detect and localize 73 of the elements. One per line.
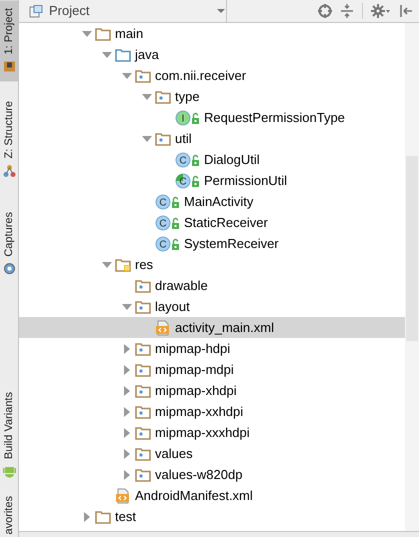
tool-window-tab[interactable]: avorites <box>0 492 18 537</box>
tree-item[interactable]: mipmap-mdpi <box>19 359 405 380</box>
folder-icon <box>3 60 16 74</box>
package-folder-icon <box>135 424 151 440</box>
tree-item[interactable]: res <box>19 254 405 275</box>
tree-item[interactable]: C StaticReceiver <box>19 212 405 233</box>
package-folder-icon <box>135 68 151 84</box>
folder-icon <box>115 46 131 62</box>
folder-icon <box>95 26 111 42</box>
tree-item[interactable]: java <box>19 44 405 65</box>
tool-window-tab[interactable]: 1: Project <box>0 0 18 82</box>
tree-item[interactable]: type <box>19 86 405 107</box>
tool-window-tab[interactable]: Captures <box>0 204 18 284</box>
collapsed-arrow-icon <box>123 386 131 396</box>
collapse-all-icon[interactable] <box>340 4 354 18</box>
tree-item[interactable]: mipmap-xxxhdpi <box>19 422 405 443</box>
tree-item[interactable]: C PermissionUtil <box>19 170 405 191</box>
expanded-arrow-icon <box>122 302 132 310</box>
package-folder-icon <box>135 466 151 482</box>
resource-folder-icon <box>115 256 131 272</box>
expanded-arrow-icon <box>102 50 112 58</box>
expanded-arrow-icon <box>142 134 152 142</box>
tool-window-tab[interactable]: Build Variants <box>0 384 18 486</box>
tree-item[interactable]: test <box>19 506 405 527</box>
collapsed-arrow-icon <box>123 470 131 480</box>
collapsed-arrow-icon <box>83 512 91 522</box>
tree-item[interactable]: main <box>19 23 405 44</box>
collapsed-arrow-icon <box>123 406 131 416</box>
hide-panel-icon[interactable] <box>399 4 413 18</box>
tree-item[interactable]: mipmap-xhdpi <box>19 380 405 401</box>
collapsed-arrow-icon <box>123 428 131 438</box>
collapsed-arrow-icon <box>123 448 131 458</box>
tree-item[interactable]: com.nii.receiver <box>19 65 405 86</box>
tree-item[interactable]: util <box>19 128 405 149</box>
package-folder-icon <box>155 130 171 146</box>
package-folder-icon <box>135 340 151 356</box>
tree-item[interactable]: C SystemReceiver <box>19 233 405 254</box>
package-folder-icon <box>135 446 151 462</box>
settings-icon[interactable] <box>371 4 391 18</box>
package-folder-icon <box>135 278 151 294</box>
tree-item[interactable]: C DialogUtil <box>19 149 405 170</box>
package-folder-icon <box>135 298 151 314</box>
structure-icon <box>3 164 16 178</box>
caret-icon <box>216 8 226 14</box>
expanded-arrow-icon <box>102 260 112 268</box>
expanded-arrow-icon <box>122 72 132 80</box>
expanded-arrow-icon <box>82 30 92 38</box>
camera-icon <box>3 262 16 276</box>
expanded-arrow-icon <box>142 92 152 100</box>
scrollbar[interactable] <box>405 23 419 531</box>
package-folder-icon <box>135 404 151 420</box>
tree-item[interactable]: mipmap-xxhdpi <box>19 401 405 422</box>
xml-file-icon <box>155 320 171 336</box>
package-folder-icon <box>135 382 151 398</box>
collapsed-arrow-icon <box>123 364 131 374</box>
tree-item[interactable]: C MainActivity <box>19 191 405 212</box>
tree-item[interactable]: mipmap-hdpi <box>19 338 405 359</box>
package-folder-icon <box>135 362 151 378</box>
folder-icon <box>95 508 111 524</box>
tree-item[interactable]: AndroidManifest.xml <box>19 485 405 506</box>
android-icon <box>3 464 16 478</box>
tool-window-tab[interactable]: Z: Structure <box>0 93 18 186</box>
xml-file-icon <box>115 488 131 504</box>
package-folder-icon <box>155 88 171 104</box>
tree-item[interactable]: activity_main.xml <box>19 317 405 338</box>
collapsed-arrow-icon <box>123 344 131 354</box>
tree-item[interactable]: layout <box>19 296 405 317</box>
tree-item[interactable]: values <box>19 443 405 464</box>
tree-item[interactable]: drawable <box>19 275 405 296</box>
locate-icon[interactable] <box>318 4 332 18</box>
tree-item[interactable]: values-w820dp <box>19 464 405 485</box>
project-view-icon <box>29 4 43 18</box>
tree-item[interactable]: I RequestPermissionType <box>19 107 405 128</box>
